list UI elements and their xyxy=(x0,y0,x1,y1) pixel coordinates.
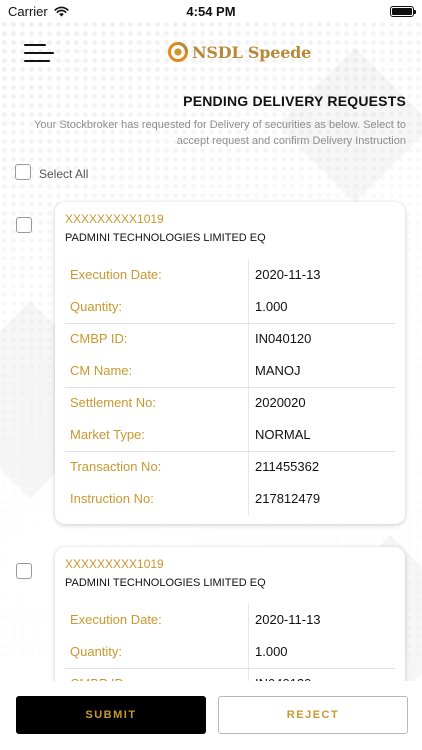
account-number: XXXXXXXXX1019 xyxy=(65,212,164,226)
app-logo: NSDL Speede xyxy=(168,42,311,62)
detail-row: CM Name: MANOJ xyxy=(55,355,405,387)
row-label: Transaction No: xyxy=(70,459,162,474)
carrier-label: Carrier xyxy=(8,3,48,19)
row-label: CMBP ID: xyxy=(70,331,128,346)
row-label: Settlement No: xyxy=(70,395,156,410)
submit-button[interactable]: SUBMIT xyxy=(16,696,206,734)
request-checkbox[interactable] xyxy=(16,217,32,233)
request-checkbox[interactable] xyxy=(16,563,32,579)
row-label: Market Type: xyxy=(70,427,145,442)
row-value: 2020-11-13 xyxy=(255,267,321,282)
detail-row: Execution Date: 2020-11-13 xyxy=(55,259,405,291)
app-header: NSDL Speede xyxy=(0,36,422,72)
company-name: PADMINI TECHNOLOGIES LIMITED EQ xyxy=(65,577,266,589)
page-title: PENDING DELIVERY REQUESTS xyxy=(183,93,406,109)
status-right xyxy=(294,5,416,17)
status-time: 4:54 PM xyxy=(186,3,236,19)
row-value: 211455362 xyxy=(255,459,320,474)
detail-row: Instruction No: 217812479 xyxy=(55,483,405,515)
company-name: PADMINI TECHNOLOGIES LIMITED EQ xyxy=(65,232,266,244)
detail-row: Settlement No: 2020020 xyxy=(55,387,405,419)
nsdl-logo-icon xyxy=(168,42,188,62)
row-value: NORMAL xyxy=(255,427,311,442)
detail-row: CMBP ID: IN040120 xyxy=(55,323,405,355)
row-label: Execution Date: xyxy=(70,612,162,627)
row-value: 2020020 xyxy=(255,395,306,410)
select-all-checkbox[interactable] xyxy=(15,164,31,180)
row-value: MANOJ xyxy=(255,363,301,378)
detail-row: Transaction No: 211455362 xyxy=(55,451,405,483)
status-bar: Carrier 4:54 PM xyxy=(0,0,422,22)
status-left: Carrier xyxy=(8,4,128,19)
row-label: CM Name: xyxy=(70,363,133,378)
row-value: IN040120 xyxy=(255,331,312,346)
row-label: Instruction No: xyxy=(70,491,154,506)
account-number: XXXXXXXXX1019 xyxy=(65,557,164,571)
row-value: 217812479 xyxy=(255,491,321,506)
detail-row: Quantity: 1.000 xyxy=(55,636,405,668)
logo-text: NSDL Speede xyxy=(192,42,312,62)
select-all-label: Select All xyxy=(39,167,89,181)
row-value: 1.000 xyxy=(255,644,288,659)
page-subtitle: Your Stockbroker has requested for Deliv… xyxy=(34,119,406,147)
row-value: 1.000 xyxy=(255,299,288,314)
row-value: 2020-11-13 xyxy=(255,612,321,627)
battery-icon xyxy=(389,5,416,17)
reject-button[interactable]: REJECT xyxy=(218,696,408,734)
row-label: Quantity: xyxy=(70,644,123,659)
detail-row: Quantity: 1.000 xyxy=(55,291,405,323)
detail-row: Execution Date: 2020-11-13 xyxy=(55,604,405,636)
row-label: Quantity: xyxy=(70,299,123,314)
action-bar: SUBMIT REJECT xyxy=(0,681,422,750)
detail-row: Market Type: NORMAL xyxy=(55,419,405,451)
hamburger-menu-icon[interactable] xyxy=(24,42,56,66)
row-label: Execution Date: xyxy=(70,267,162,282)
wifi-icon xyxy=(54,6,69,16)
delivery-request-card[interactable]: XXXXXXXXX1019 PADMINI TECHNOLOGIES LIMIT… xyxy=(55,202,405,524)
